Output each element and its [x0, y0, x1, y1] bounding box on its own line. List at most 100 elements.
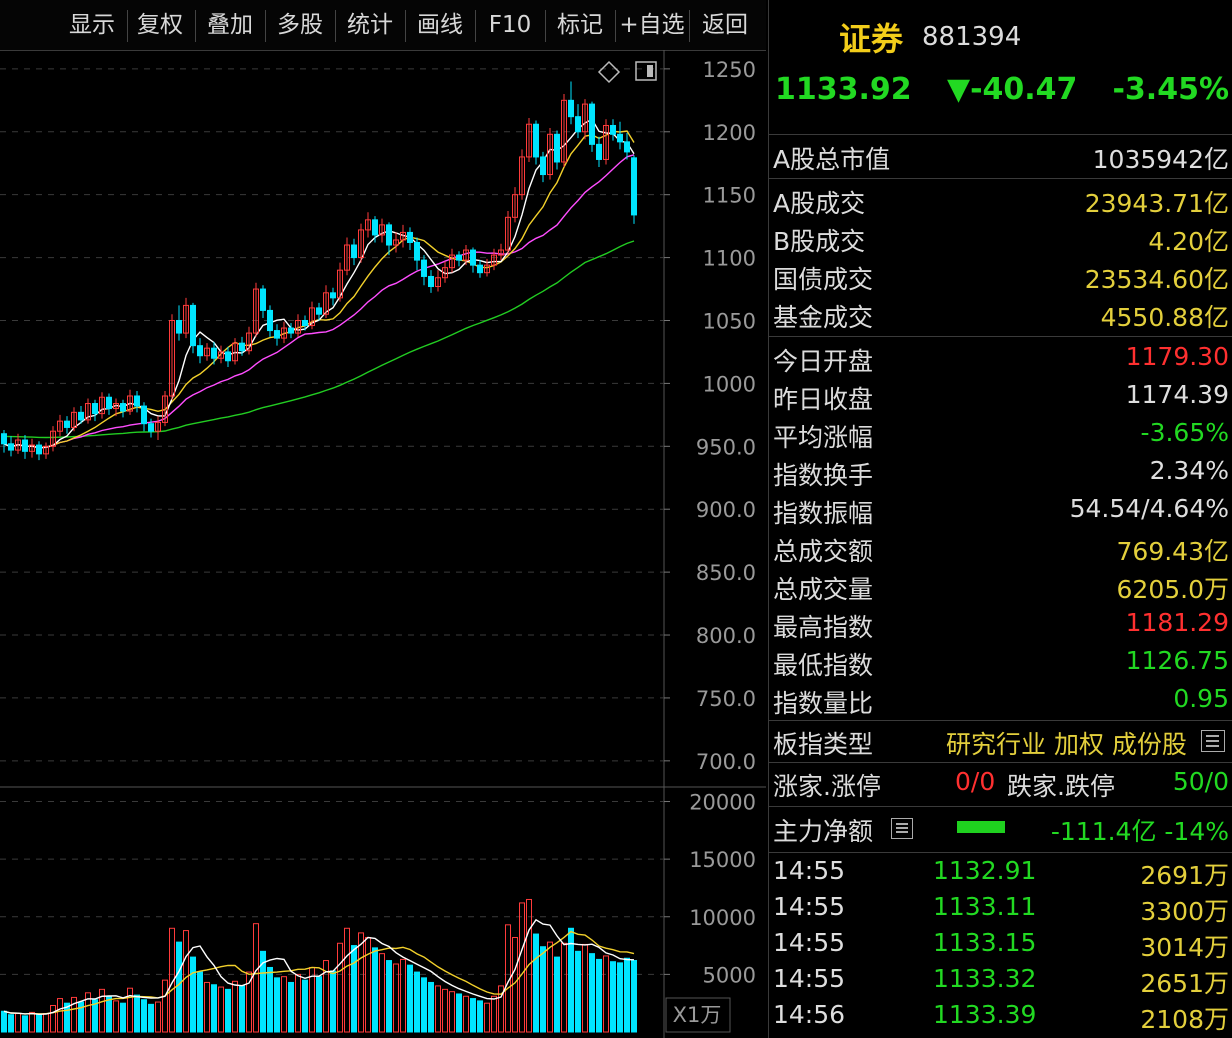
volume-bar [120, 1002, 126, 1033]
volume-bar [603, 955, 609, 1033]
volume-bar [596, 958, 602, 1033]
stat-row-label: 指数振幅 [773, 499, 874, 528]
price-tick-label: 1250 [703, 58, 756, 82]
volume-tick-label: 20000 [689, 791, 756, 815]
turnover-row-value: 23534.60亿 [1084, 265, 1229, 294]
tick-volume: 3014万 [1140, 933, 1229, 962]
tick-time: 14:55 [773, 928, 846, 957]
back-button[interactable]: 返回 [693, 8, 757, 42]
volume-bar [36, 1014, 42, 1033]
volume-bar [1, 1010, 7, 1033]
stat-row-value: 6205.0万 [1116, 575, 1229, 604]
volume-bar [267, 966, 273, 1033]
toolbar-divider [689, 10, 690, 42]
volume-bar [477, 1000, 483, 1033]
stat-row-label: 指数换手 [773, 461, 874, 490]
candle-body [575, 116, 581, 133]
candle-body [554, 133, 560, 163]
display-button[interactable]: 显示 [62, 8, 122, 42]
candle-body [1, 433, 7, 445]
candle-body [239, 342, 245, 352]
candle-body [36, 444, 42, 455]
tick-price: 1133.11 [933, 892, 1037, 921]
fall-limit-down-label: 跌家.跌停 [1007, 772, 1115, 801]
tick-volume: 3300万 [1140, 897, 1229, 926]
diamond-icon[interactable] [597, 60, 621, 84]
index-name: 证券 [839, 20, 904, 58]
main-force-label: 主力净额 [773, 817, 874, 846]
volume-bar [414, 971, 420, 1033]
add-watchlist-button[interactable]: +自选 [617, 8, 687, 42]
volume-bar [421, 977, 427, 1033]
divider [769, 134, 1232, 135]
rise-limit-up-label: 涨家.涨停 [773, 772, 881, 801]
volume-bar [218, 986, 224, 1033]
adjust-rights-button[interactable]: 复权 [130, 8, 190, 42]
detail-list-icon[interactable] [1201, 730, 1225, 752]
divider [769, 852, 1232, 853]
tick-volume: 2651万 [1140, 969, 1229, 998]
panel-toggle-icon[interactable] [635, 61, 657, 81]
price-change-pct: -3.45% [1112, 72, 1229, 107]
toolbar-divider [615, 10, 616, 42]
price-tick-label: 700.0 [696, 750, 756, 774]
candle-body [260, 288, 266, 311]
candle-body [407, 231, 413, 243]
mark-button[interactable]: 标记 [549, 8, 611, 42]
turnover-row-label: A股成交 [773, 189, 866, 218]
price-tick-label: 900.0 [696, 498, 756, 522]
price-change: ▼-40.47 [947, 72, 1078, 107]
multi-stock-button[interactable]: 多股 [269, 8, 331, 42]
ma60-line [3, 240, 635, 439]
kline-chart[interactable]: 1250 1200 1150 1100 1050 1000 950.0 900.0 850.0 8… [0, 50, 766, 1038]
turnover-row-label: B股成交 [773, 227, 866, 256]
toolbar-divider [335, 10, 336, 42]
candle-body [316, 307, 322, 315]
volume-bar [239, 985, 245, 1033]
volume-bar [372, 947, 378, 1033]
price-tick-label: 950.0 [696, 435, 756, 459]
volume-bar [624, 957, 630, 1033]
price-tick-label: 850.0 [696, 561, 756, 585]
tick-time: 14:55 [773, 964, 846, 993]
candle-body [225, 351, 231, 362]
price-tick-label: 1000 [703, 372, 756, 396]
candle-body [92, 403, 98, 415]
draw-line-button[interactable]: 画线 [409, 8, 471, 42]
tick-volume: 2691万 [1140, 861, 1229, 890]
toolbar-divider [405, 10, 406, 42]
candle-body [8, 443, 14, 451]
volume-bar [407, 964, 413, 1033]
volume-bar [337, 942, 343, 1033]
candle-body [190, 304, 196, 347]
volume-bar [358, 932, 364, 1033]
chart-grid [0, 50, 766, 1038]
stat-row-value: 54.54/4.64% [1069, 494, 1229, 523]
candle-body [134, 395, 140, 407]
overlay-button[interactable]: 叠加 [199, 8, 261, 42]
volume-bar [589, 953, 595, 1033]
f10-button[interactable]: F10 [479, 8, 541, 42]
candle-body [477, 264, 483, 274]
stat-row-value: 0.95 [1173, 684, 1229, 713]
stat-row-label: 最高指数 [773, 613, 874, 642]
stat-row-value: 1174.39 [1125, 380, 1229, 409]
toolbar-divider [265, 10, 266, 42]
volume-bar [43, 1013, 49, 1033]
stat-row-label: 指数量比 [773, 689, 874, 718]
volume-tick-label: 10000 [689, 906, 756, 930]
toolbar-divider [195, 10, 196, 42]
index-type-label: 板指类型 [773, 730, 874, 759]
volume-bar [582, 943, 588, 1033]
volume-bar [15, 1013, 21, 1033]
main-force-list-icon[interactable] [891, 818, 913, 839]
candle-body [414, 241, 420, 261]
stat-row-value: -3.65% [1140, 418, 1229, 447]
candle-body [624, 141, 630, 153]
volume-bar [274, 977, 280, 1033]
volume-bar [162, 979, 168, 1033]
statistics-button[interactable]: 统计 [339, 8, 401, 42]
volume-bar [554, 956, 560, 1033]
volume-bar [127, 987, 133, 1033]
stat-row-label: 昨日收盘 [773, 385, 874, 414]
